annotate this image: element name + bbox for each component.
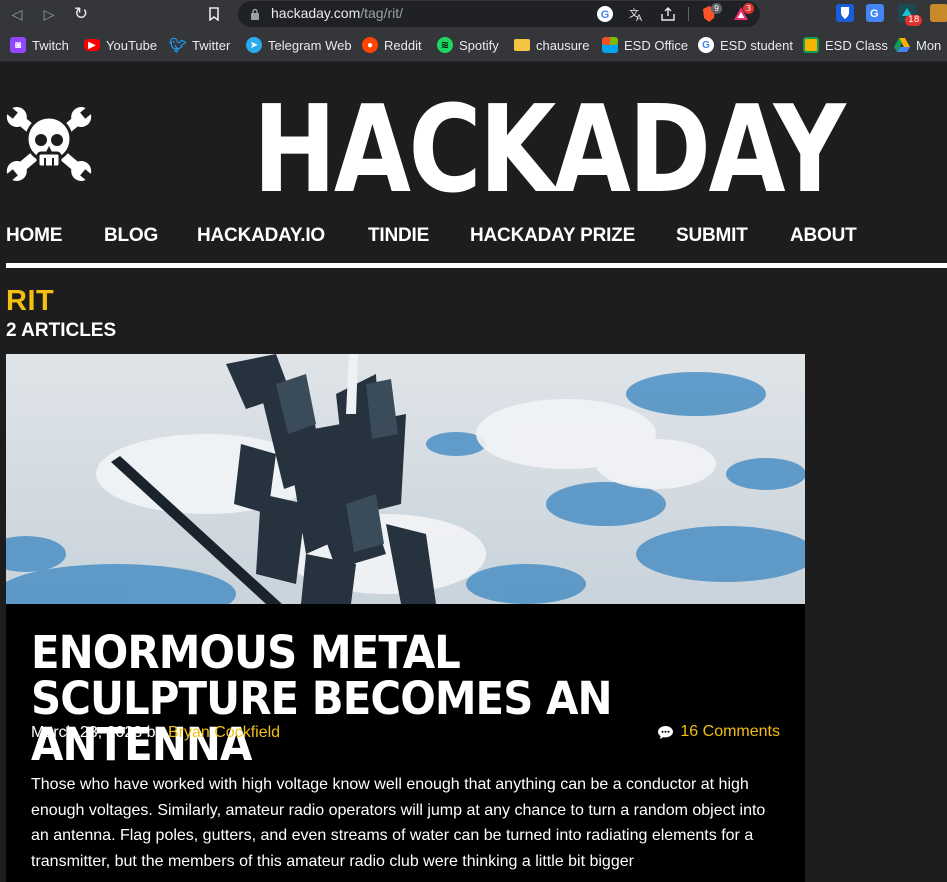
drive-icon [894, 37, 910, 53]
nav-submit[interactable]: SUBMIT [676, 225, 748, 247]
site-wordmark[interactable]: HACKADAY [253, 81, 846, 221]
nav-hackaday-io[interactable]: HACKADAY.IO [197, 225, 325, 247]
bookmark-twitch[interactable]: ◙ Twitch [10, 36, 69, 54]
bookmark-label: ESD Office [624, 37, 689, 53]
bookmark-label: Telegram Web [268, 37, 352, 53]
twitch-icon: ◙ [10, 37, 26, 53]
twitter-icon: 🐦︎ [169, 36, 187, 53]
article-excerpt: Those who have worked with high voltage … [31, 776, 766, 870]
bitwarden-icon[interactable] [836, 4, 854, 22]
bookmark-esd-student[interactable]: G ESD student [698, 36, 793, 54]
bookmark-esd-office[interactable]: ESD Office [602, 36, 688, 54]
address-bar[interactable]: hackaday.com/tag/rit/ G 文A 9 3 [238, 1, 760, 27]
bookmark-label: Spotify [459, 37, 499, 53]
folder-icon [514, 39, 530, 51]
bookmark-chausure[interactable]: chausure [514, 36, 589, 54]
page-content: HACKADAY HOME BLOG HACKADAY.IO TINDIE HA… [0, 63, 947, 882]
article-hero-image[interactable] [6, 354, 805, 604]
bookmark-mon[interactable]: Mon [894, 36, 941, 54]
back-icon[interactable]: ◁ [6, 3, 28, 25]
article-meta: March 23, 2023 by Bryan Cockfield [31, 724, 280, 742]
bookmark-label: Twitch [32, 37, 69, 53]
brave-shields-badge: 9 [711, 3, 723, 14]
bookmark-label: ESD Class [825, 37, 888, 53]
classroom-icon [803, 37, 819, 53]
bookmark-esd-class[interactable]: ESD Class [803, 36, 888, 54]
telegram-icon: ➤ [246, 37, 262, 53]
main-nav: HOME BLOG HACKADAY.IO TINDIE HACKADAY PR… [0, 225, 947, 253]
bookmark-label: chausure [536, 37, 590, 53]
bookmark-label: YouTube [106, 37, 158, 53]
bookmark-label: Reddit [384, 37, 422, 53]
nav-divider [6, 263, 947, 268]
tag-title: RIT [6, 285, 55, 317]
forward-icon[interactable]: ▷ [38, 3, 60, 25]
nav-hackaday-prize[interactable]: HACKADAY PRIZE [470, 225, 635, 247]
bookmark-reddit[interactable]: ● Reddit [362, 36, 422, 54]
svg-text:G: G [870, 8, 879, 20]
omnibox-divider [688, 7, 689, 21]
svg-text:G: G [601, 9, 610, 21]
article-date: March 23, 2023 [31, 724, 143, 741]
bookmark-youtube[interactable]: ▶ YouTube [84, 36, 157, 54]
share-icon[interactable] [659, 5, 677, 23]
bookmark-telegram[interactable]: ➤ Telegram Web [246, 36, 352, 54]
reload-icon[interactable]: ↻ [70, 3, 92, 25]
article-title[interactable]: ENORMOUS METAL SCULPTURE BECOMES AN ANTE… [31, 630, 738, 768]
bookmark-label: Mon [916, 37, 942, 53]
article-card: ENORMOUS METAL SCULPTURE BECOMES AN ANTE… [6, 354, 805, 882]
youtube-icon: ▶ [84, 39, 100, 51]
translate-icon[interactable]: 文A [627, 5, 645, 23]
bookmarks-bar: ◙ Twitch ▶ YouTube 🐦︎ Twitter ➤ Telegram… [0, 28, 947, 62]
hackaday-skull-logo-icon[interactable] [5, 103, 93, 185]
spotify-icon: ≋ [437, 37, 453, 53]
microsoft-icon [602, 37, 618, 53]
nav-about[interactable]: ABOUT [790, 225, 857, 247]
lock-icon [251, 8, 259, 20]
bookmark-twitter[interactable]: 🐦︎ Twitter [169, 36, 231, 54]
bookmark-label: Twitter [192, 37, 231, 53]
google-translate-ext-icon[interactable]: G [866, 4, 884, 22]
article-count: 2 ARTICLES [6, 320, 117, 341]
article-by: by [146, 724, 164, 741]
nav-tindie[interactable]: TINDIE [368, 225, 429, 247]
notifications-badge: 18 [905, 15, 923, 26]
bookmark-label: ESD student [720, 37, 793, 53]
reddit-icon: ● [362, 37, 378, 53]
google-lens-icon[interactable]: G [596, 5, 614, 23]
comments-link[interactable]: 16 Comments [657, 723, 780, 741]
bookmark-spotify[interactable]: ≋ Spotify [437, 36, 499, 54]
nav-home[interactable]: HOME [6, 225, 62, 247]
url-text: hackaday.com/tag/rit/ [271, 5, 404, 21]
comment-bubble-icon [658, 725, 674, 739]
browser-toolbar: ◁ ▷ ↻ hackaday.com/tag/rit/ G 文A 9 3 G 1… [0, 0, 947, 28]
comments-count: 16 Comments [680, 723, 780, 740]
nav-blog[interactable]: BLOG [104, 225, 158, 247]
article-author-link[interactable]: Bryan Cockfield [168, 724, 280, 741]
svg-text:A: A [636, 13, 642, 23]
brave-rewards-badge: 3 [743, 3, 755, 14]
extension-overflow-icon[interactable] [930, 4, 947, 22]
bookmark-icon[interactable] [203, 3, 225, 25]
google-icon: G [698, 37, 714, 53]
